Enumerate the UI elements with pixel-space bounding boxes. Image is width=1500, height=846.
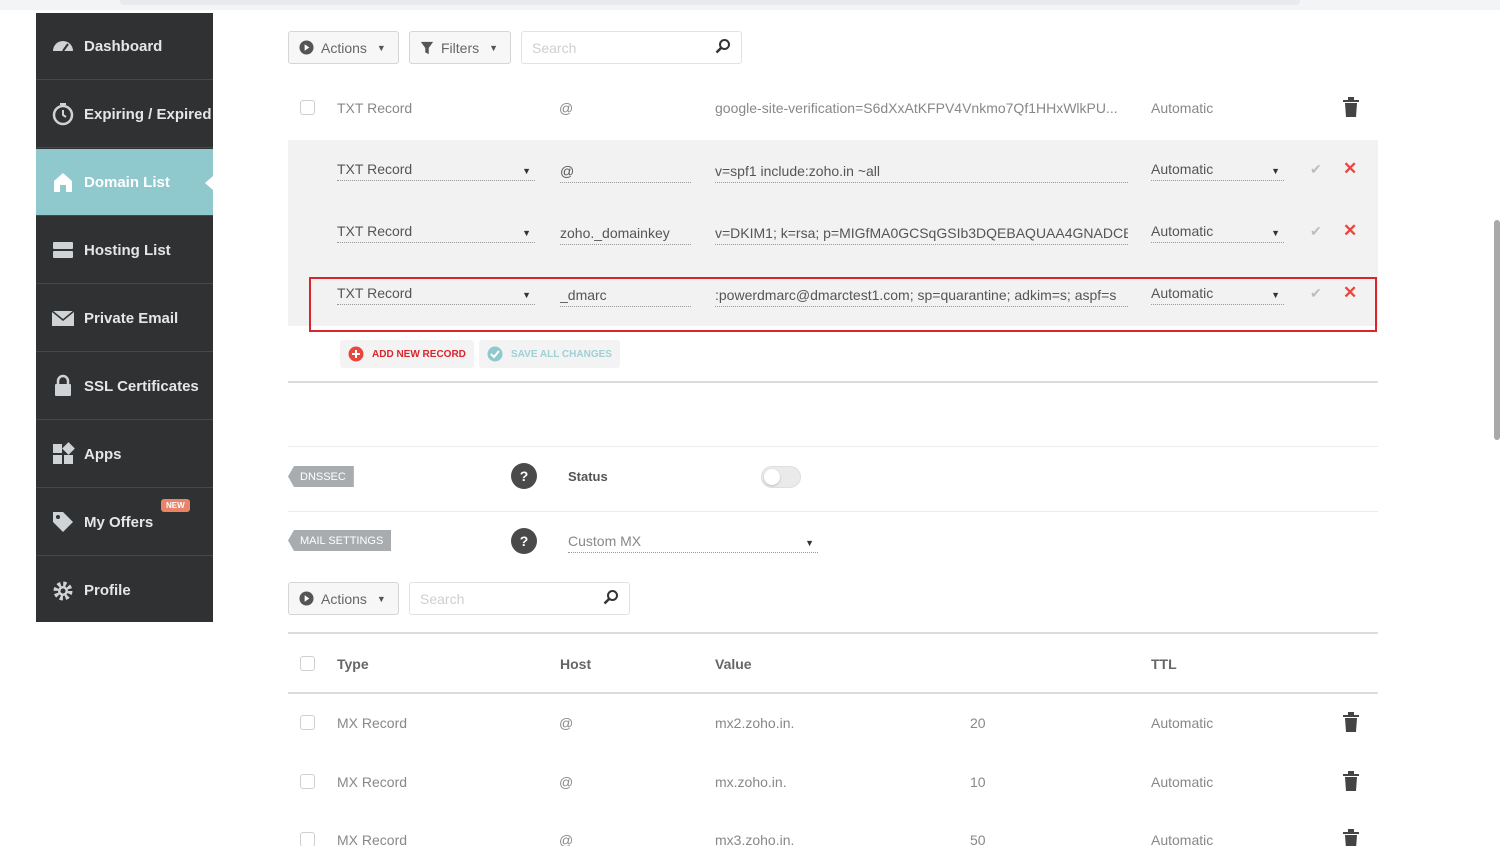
caret-down-icon: ▼ <box>376 42 386 53</box>
sidebar-item-apps[interactable]: Apps <box>36 421 213 488</box>
type-select[interactable]: TXT Record ▼ <box>337 161 535 181</box>
play-circle-icon <box>299 40 314 55</box>
search-field[interactable] <box>521 31 742 64</box>
column-header-host[interactable]: Host <box>560 656 591 672</box>
new-badge: NEW <box>161 499 190 512</box>
column-header-ttl[interactable]: TTL <box>1151 656 1177 672</box>
caret-down-icon: ▼ <box>1271 228 1280 238</box>
select-all-checkbox[interactable] <box>300 656 315 671</box>
save-all-changes-button[interactable]: SAVE ALL CHANGES <box>479 340 620 368</box>
divider <box>288 381 1378 383</box>
trash-icon[interactable] <box>1342 829 1360 846</box>
server-icon <box>50 237 76 263</box>
sidebar-item-label: Expiring / Expired <box>84 105 212 123</box>
filters-button[interactable]: Filters ▼ <box>409 31 511 64</box>
divider <box>288 511 1378 512</box>
row-checkbox[interactable] <box>300 715 315 730</box>
column-header-type[interactable]: Type <box>337 656 369 672</box>
row-checkbox[interactable] <box>300 100 315 115</box>
add-new-record-button[interactable]: ADD NEW RECORD <box>340 340 474 368</box>
apps-icon <box>50 441 76 467</box>
row-checkbox[interactable] <box>300 832 315 846</box>
play-circle-icon <box>299 591 314 606</box>
lock-icon <box>50 373 76 399</box>
trash-icon[interactable] <box>1342 771 1360 791</box>
sidebar-item-label: SSL Certificates <box>84 377 199 395</box>
caret-down-icon: ▼ <box>489 42 499 53</box>
sidebar-item-private-email[interactable]: Private Email <box>36 285 213 352</box>
speedometer-icon <box>50 33 76 59</box>
table-row: TXT Record @ google-site-verification=S6… <box>288 88 1378 128</box>
sidebar-item-domain-list[interactable]: Domain List <box>36 149 213 216</box>
sidebar-item-label: Domain List <box>84 173 170 191</box>
mx-search-field[interactable] <box>409 582 630 615</box>
trash-icon[interactable] <box>1342 97 1360 117</box>
plus-circle-icon <box>348 346 364 362</box>
sidebar-item-expiring[interactable]: Expiring / Expired <box>36 81 213 148</box>
divider <box>288 446 1378 447</box>
ttl-select[interactable]: Automatic ▼ <box>1151 223 1284 243</box>
table-row: MX Record @ mx2.zoho.in. 20 Automatic <box>288 703 1378 743</box>
host-field[interactable]: @ <box>560 163 691 183</box>
dnssec-toggle[interactable] <box>761 466 801 488</box>
divider <box>288 632 1378 634</box>
sidebar-item-dashboard[interactable]: Dashboard <box>36 13 213 80</box>
ttl-select[interactable]: Automatic ▼ <box>1151 161 1284 181</box>
mail-mode-select[interactable]: Custom MX ▼ <box>568 533 818 553</box>
funnel-icon <box>420 41 434 55</box>
caret-down-icon: ▼ <box>376 593 386 604</box>
search-input[interactable] <box>532 39 682 56</box>
confirm-check-icon[interactable]: ✔ <box>1310 223 1322 240</box>
home-icon <box>50 169 76 195</box>
envelope-icon <box>50 305 76 331</box>
search-icon[interactable] <box>603 589 619 608</box>
cancel-x-icon[interactable]: ✕ <box>1343 221 1357 241</box>
row-checkbox[interactable] <box>300 774 315 789</box>
cancel-x-icon[interactable]: ✕ <box>1343 159 1357 179</box>
sidebar: Dashboard Expiring / Expired Domain List… <box>36 13 213 622</box>
check-circle-icon <box>487 346 503 362</box>
mail-settings-tag: MAIL SETTINGS <box>288 530 392 551</box>
mx-actions-button[interactable]: Actions ▼ <box>288 582 399 615</box>
sidebar-item-ssl-certificates[interactable]: SSL Certificates <box>36 353 213 420</box>
help-icon[interactable]: ? <box>511 528 537 554</box>
value-field[interactable]: v=spf1 include:zoho.in ~all <box>715 163 1128 183</box>
sidebar-item-label: Private Email <box>84 309 179 327</box>
divider <box>288 692 1378 694</box>
table-row: MX Record @ mx.zoho.in. 10 Automatic <box>288 762 1378 802</box>
sidebar-item-profile[interactable]: Profile <box>36 557 213 624</box>
table-row: MX Record @ mx3.zoho.in. 50 Automatic <box>288 820 1378 846</box>
status-label: Status <box>568 469 608 484</box>
sidebar-item-label: Dashboard <box>84 37 163 55</box>
confirm-check-icon[interactable]: ✔ <box>1310 161 1322 178</box>
sidebar-item-label: Apps <box>84 445 122 463</box>
mx-search-input[interactable] <box>420 590 570 607</box>
caret-down-icon: ▼ <box>522 228 531 238</box>
sidebar-item-hosting-list[interactable]: Hosting List <box>36 217 213 284</box>
tag-icon <box>50 509 76 535</box>
help-icon[interactable]: ? <box>511 463 537 489</box>
caret-down-icon: ▼ <box>522 166 531 176</box>
sidebar-item-label: My Offers <box>84 513 154 531</box>
sidebar-item-label: Profile <box>84 582 131 599</box>
host-field[interactable]: zoho._domainkey <box>560 225 691 245</box>
column-header-value[interactable]: Value <box>715 656 752 672</box>
search-icon[interactable] <box>715 38 731 57</box>
dnssec-tag: DNSSEC <box>288 466 354 487</box>
timer-icon <box>50 101 76 127</box>
value-field[interactable]: v=DKIM1; k=rsa; p=MIGfMA0GCSqGSIb3DQEBAQ… <box>715 225 1128 245</box>
page-scrollbar[interactable] <box>1494 220 1500 440</box>
type-select[interactable]: TXT Record ▼ <box>337 223 535 243</box>
browser-top-strip <box>0 0 1500 10</box>
highlight-box <box>309 277 1377 332</box>
trash-icon[interactable] <box>1342 712 1360 732</box>
sidebar-item-my-offers[interactable]: My Offers NEW <box>36 489 213 556</box>
caret-down-icon: ▼ <box>805 538 814 548</box>
sidebar-item-label: Hosting List <box>84 241 171 259</box>
gear-icon <box>50 578 76 604</box>
caret-down-icon: ▼ <box>1271 166 1280 176</box>
actions-button[interactable]: Actions ▼ <box>288 31 399 64</box>
